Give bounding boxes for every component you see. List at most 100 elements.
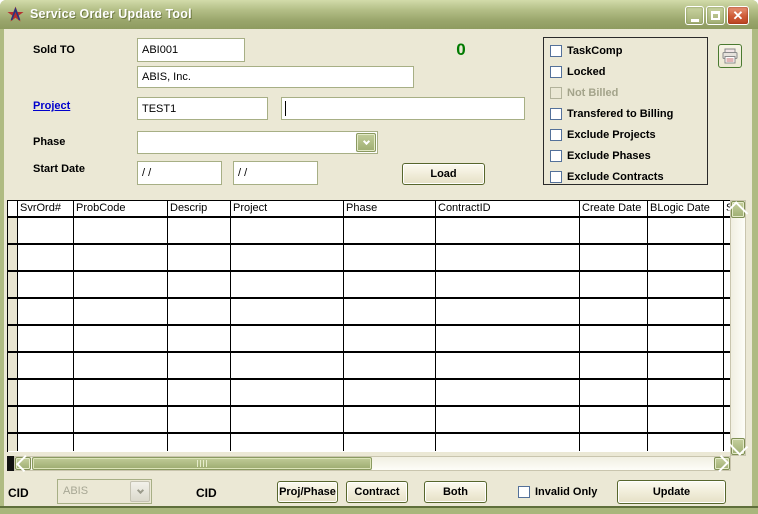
grid-cell[interactable] xyxy=(168,434,231,451)
title-bar[interactable]: Service Order Update Tool ✕ xyxy=(0,0,758,29)
filter-exclude-contracts[interactable]: Exclude Contracts xyxy=(550,169,664,185)
grid-cell[interactable] xyxy=(168,272,231,297)
grid-cell[interactable] xyxy=(436,407,580,432)
grid-cell[interactable] xyxy=(436,326,580,351)
row-selector-cell[interactable] xyxy=(8,353,18,378)
grid-cell[interactable] xyxy=(580,272,648,297)
phase-select[interactable] xyxy=(137,131,378,154)
project-link[interactable]: Project xyxy=(33,100,70,112)
row-selector-cell[interactable] xyxy=(8,380,18,405)
grid-cell[interactable] xyxy=(648,326,724,351)
grid-cell[interactable] xyxy=(18,245,74,270)
grid-cell[interactable] xyxy=(74,218,168,243)
grid-cell[interactable] xyxy=(18,326,74,351)
grid-cell[interactable] xyxy=(436,218,580,243)
grid-cell[interactable] xyxy=(436,299,580,324)
row-selector-cell[interactable] xyxy=(8,245,18,270)
grid-cell[interactable] xyxy=(74,299,168,324)
grid-cell[interactable] xyxy=(168,218,231,243)
grid-cell[interactable] xyxy=(231,245,344,270)
grid-cell[interactable] xyxy=(580,218,648,243)
grid-cell[interactable] xyxy=(74,245,168,270)
grid-cell[interactable] xyxy=(168,326,231,351)
chevron-down-icon[interactable] xyxy=(356,133,376,152)
filter-locked[interactable]: Locked xyxy=(550,64,606,80)
grid-cell[interactable] xyxy=(344,299,436,324)
grid-cell[interactable] xyxy=(231,299,344,324)
row-selector-cell[interactable] xyxy=(8,326,18,351)
grid-cell[interactable] xyxy=(436,353,580,378)
checkbox-icon[interactable] xyxy=(550,108,562,120)
grid-cell[interactable] xyxy=(231,434,344,451)
grid-horizontal-scrollbar[interactable] xyxy=(14,456,731,471)
grid-cell[interactable] xyxy=(648,299,724,324)
grid-cell[interactable] xyxy=(344,218,436,243)
grid-cell[interactable] xyxy=(231,380,344,405)
grid-vertical-scrollbar[interactable] xyxy=(730,200,746,456)
grid-cell[interactable] xyxy=(344,407,436,432)
proj-phase-button[interactable]: Proj/Phase xyxy=(277,481,338,503)
grid-cell[interactable] xyxy=(436,272,580,297)
invalid-only-checkbox[interactable]: Invalid Only xyxy=(518,484,597,500)
column-header-descrip[interactable]: Descrip xyxy=(168,201,231,216)
grid-cell[interactable] xyxy=(231,407,344,432)
update-button[interactable]: Update xyxy=(617,480,726,504)
grid-cell[interactable] xyxy=(580,353,648,378)
both-button[interactable]: Both xyxy=(424,481,487,503)
grid-cell[interactable] xyxy=(344,245,436,270)
close-button[interactable]: ✕ xyxy=(727,6,749,25)
minimize-button[interactable] xyxy=(685,6,704,25)
scroll-up-button[interactable] xyxy=(731,201,745,218)
grid-cell[interactable] xyxy=(18,353,74,378)
grid-cell[interactable] xyxy=(168,299,231,324)
start-date-from-input[interactable] xyxy=(137,161,222,185)
grid-cell[interactable] xyxy=(231,218,344,243)
filter-taskcomp[interactable]: TaskComp xyxy=(550,43,622,59)
checkbox-icon[interactable] xyxy=(550,66,562,78)
scrollbar-thumb[interactable] xyxy=(32,457,372,470)
row-selector-cell[interactable] xyxy=(8,272,18,297)
row-selector-cell[interactable] xyxy=(8,434,18,451)
grid-cell[interactable] xyxy=(74,380,168,405)
grid-cell[interactable] xyxy=(648,407,724,432)
scroll-right-button[interactable] xyxy=(714,457,730,470)
scroll-down-button[interactable] xyxy=(731,438,745,455)
maximize-button[interactable] xyxy=(706,6,725,25)
start-date-to-input[interactable] xyxy=(233,161,318,185)
sold-to-code-input[interactable] xyxy=(137,38,245,62)
grid-cell[interactable] xyxy=(436,380,580,405)
grid-cell[interactable] xyxy=(344,434,436,451)
grid-cell[interactable] xyxy=(436,245,580,270)
grid-cell[interactable] xyxy=(580,326,648,351)
grid-cell[interactable] xyxy=(436,434,580,451)
column-header-project[interactable]: Project xyxy=(231,201,344,216)
grid-cell[interactable] xyxy=(231,353,344,378)
grid-cell[interactable] xyxy=(648,272,724,297)
grid-cell[interactable] xyxy=(18,218,74,243)
contract-button[interactable]: Contract xyxy=(346,481,408,503)
column-header-contractid[interactable]: ContractID xyxy=(436,201,580,216)
sold-to-name-input[interactable] xyxy=(137,66,414,88)
checkbox-icon[interactable] xyxy=(550,45,562,57)
grid-cell[interactable] xyxy=(344,353,436,378)
checkbox-icon[interactable] xyxy=(550,150,562,162)
column-header-create-date[interactable]: Create Date xyxy=(580,201,648,216)
grid-cell[interactable] xyxy=(344,326,436,351)
load-button[interactable]: Load xyxy=(402,163,485,185)
filter-transfered-to-billing[interactable]: Transfered to Billing xyxy=(550,106,673,122)
column-header-blogic-date[interactable]: BLogic Date xyxy=(648,201,724,216)
grid-cell[interactable] xyxy=(580,380,648,405)
grid-cell[interactable] xyxy=(74,407,168,432)
scroll-left-button[interactable] xyxy=(15,457,31,470)
grid-cell[interactable] xyxy=(648,434,724,451)
grid-cell[interactable] xyxy=(231,272,344,297)
grid-cell[interactable] xyxy=(18,380,74,405)
grid-cell[interactable] xyxy=(74,272,168,297)
checkbox-icon[interactable] xyxy=(550,171,562,183)
grid-cell[interactable] xyxy=(344,380,436,405)
project-desc-input[interactable] xyxy=(281,97,525,120)
column-header-probcode[interactable]: ProbCode xyxy=(74,201,168,216)
filter-exclude-phases[interactable]: Exclude Phases xyxy=(550,148,651,164)
print-button[interactable] xyxy=(718,44,742,68)
checkbox-icon[interactable] xyxy=(550,129,562,141)
